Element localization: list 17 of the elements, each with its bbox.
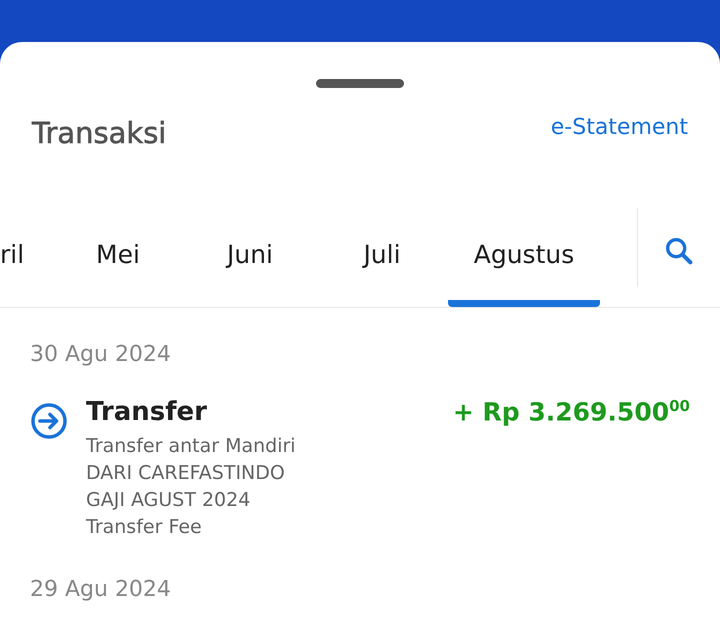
drag-handle[interactable] [316, 79, 404, 88]
transaction-amount: + Rp 3.269.500$^{00}$ [452, 397, 690, 426]
transaction-detail: DARI CAREFASTINDO [86, 461, 286, 486]
sheet-title: Transaksi [32, 116, 166, 150]
transaction-detail: Transfer antar Mandiri [86, 434, 297, 459]
transaction-item[interactable]: Transfer + Rp 3.269.500$^{00}$ Transfer antar Mandiri DARI CAREFASTINDO GAJI AGUST 2024 Transfer Fee [30, 397, 690, 541]
month-tab[interactable]: Juni [184, 208, 316, 307]
transaction-detail: GAJI AGUST 2024 [86, 488, 252, 513]
transaction-detail: Transfer Fee [86, 515, 203, 540]
date-heading: 29 Agu 2024 [30, 577, 172, 602]
date-heading: 30 Agu 2024 [30, 342, 172, 367]
transaction-title: Transfer [86, 397, 207, 427]
month-tab[interactable]: Mei [52, 208, 184, 307]
month-tab[interactable]: Agustus [448, 208, 600, 307]
month-tab[interactable]: ril [0, 208, 52, 307]
e-statement-link[interactable]: e-Statement [550, 114, 688, 140]
month-tab[interactable]: Juli [316, 208, 448, 307]
